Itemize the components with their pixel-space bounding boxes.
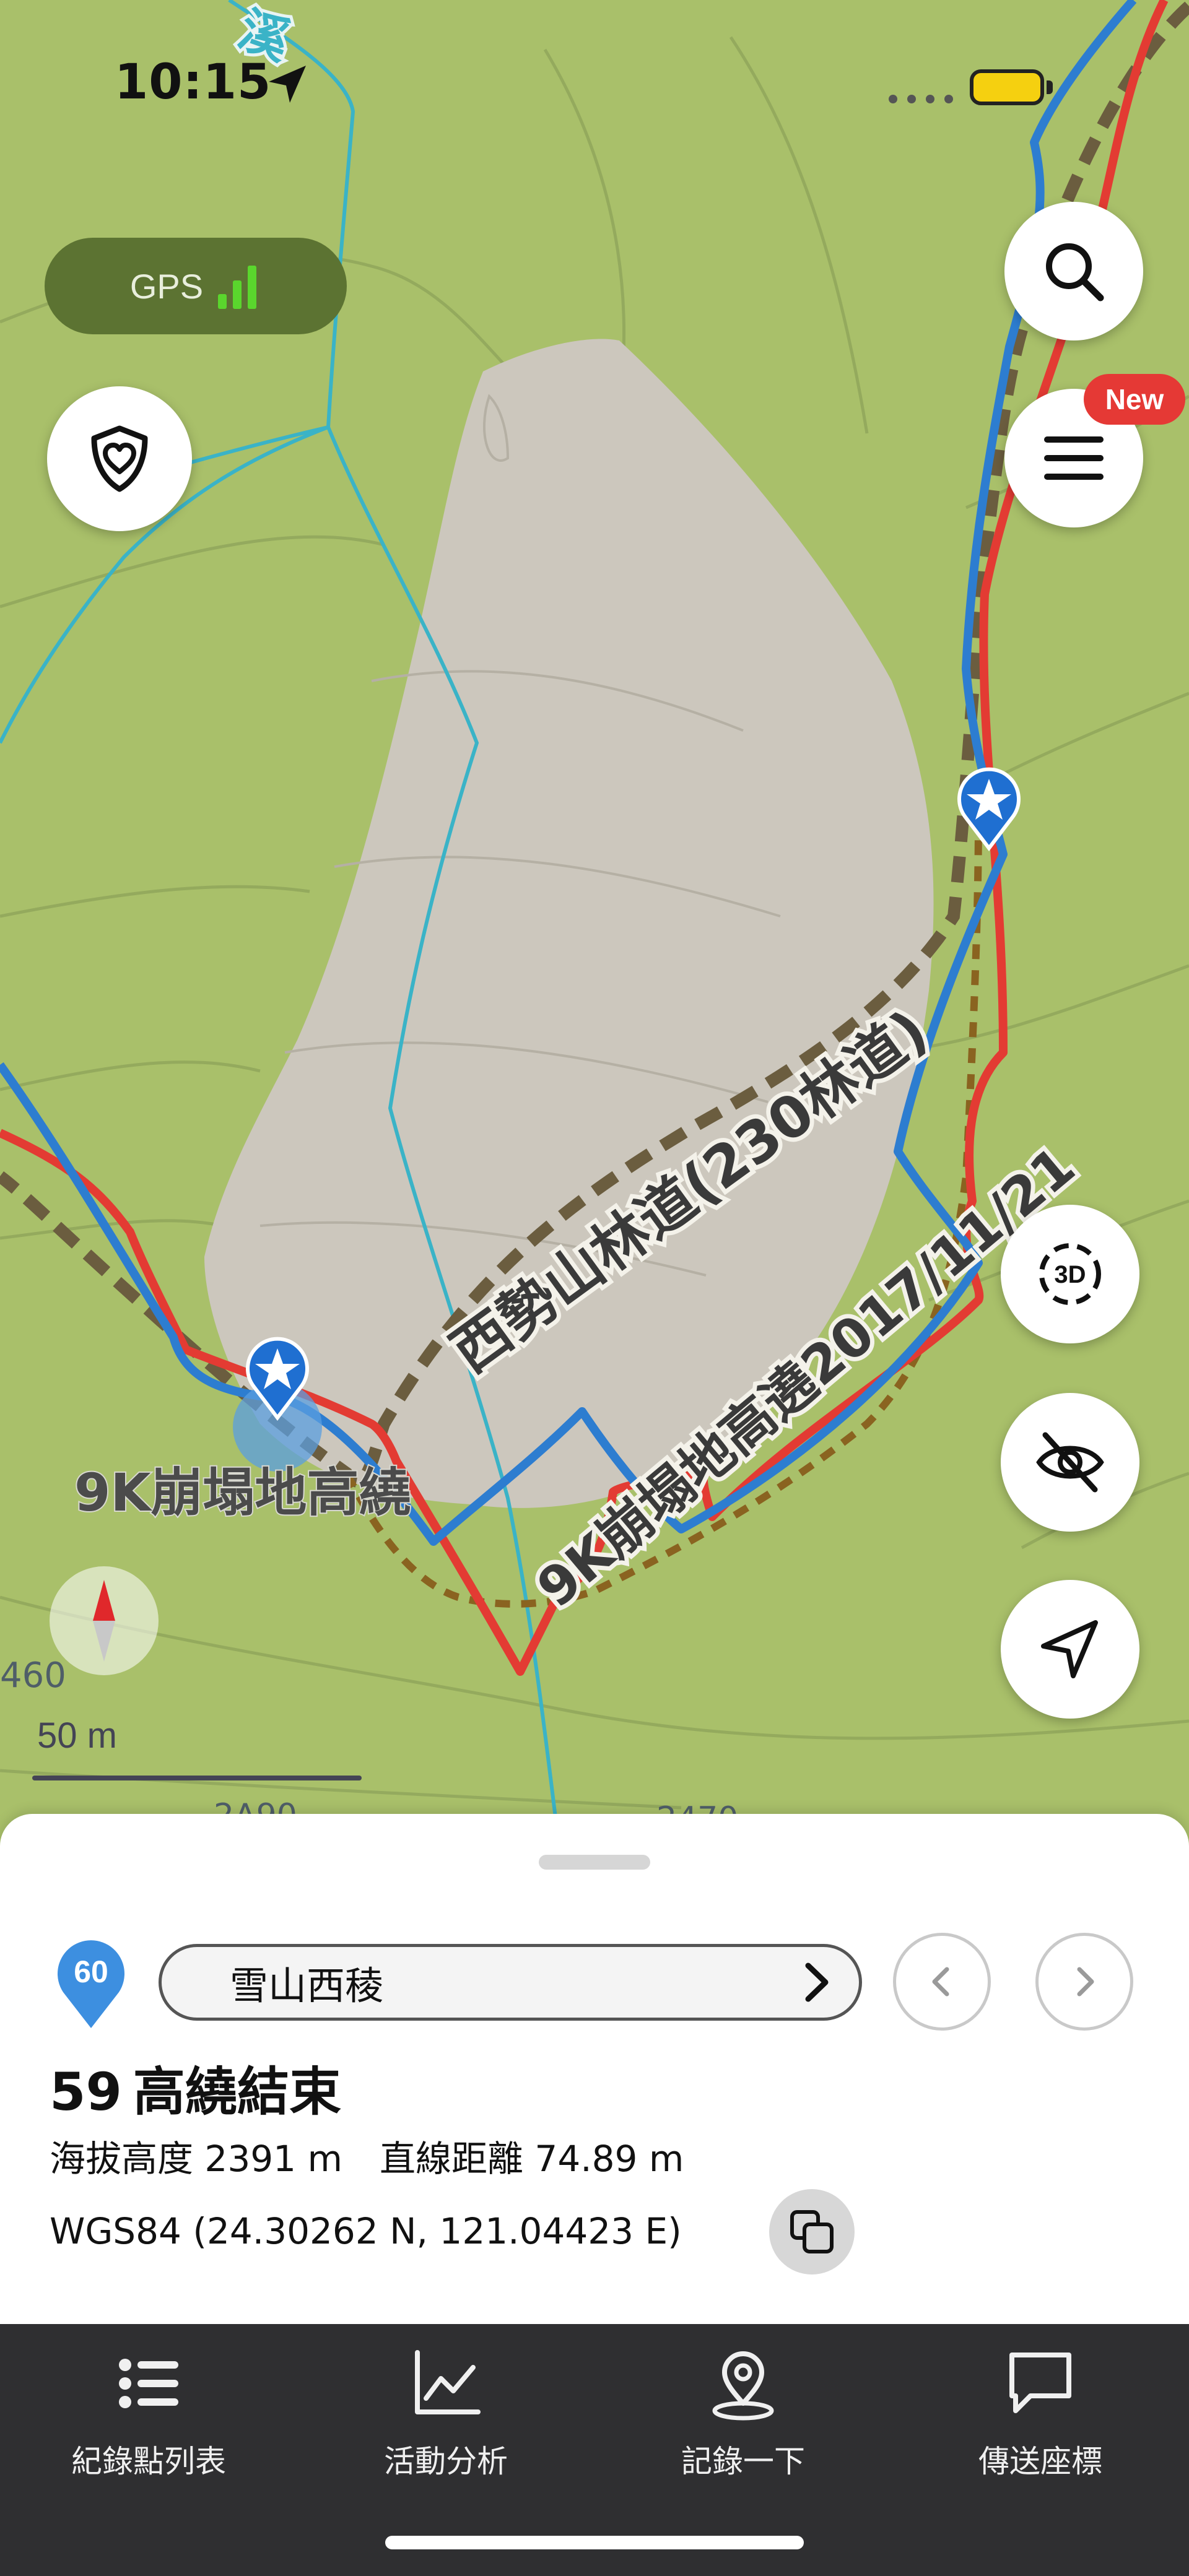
battery-tip bbox=[1047, 80, 1053, 94]
tab-label: 活動分析 bbox=[384, 2444, 508, 2479]
signal-dots-icon bbox=[889, 95, 953, 103]
route-name: 雪山西稜 bbox=[230, 1963, 384, 2008]
contour-label-460: 460 bbox=[0, 1655, 66, 1696]
waypoint-badge-pin: 60 bbox=[58, 1940, 124, 2028]
tab-activity-analysis[interactable]: 活動分析 bbox=[297, 2346, 594, 2495]
waypoint-coordinates: WGS84 (24.30262 N, 121.04423 E) bbox=[50, 2210, 682, 2252]
waypoint-elevation: 海拔高度 2391 m bbox=[50, 2138, 342, 2180]
locate-me-button[interactable] bbox=[1001, 1580, 1139, 1719]
home-indicator[interactable] bbox=[385, 2536, 804, 2549]
3d-view-icon: 3D bbox=[1039, 1243, 1101, 1305]
waypoint-sheet: 60 雪山西稜 59 高繞結束 海拔高度 2391 m 直線距離 74.89 m W… bbox=[0, 1814, 1189, 2324]
gps-signal-bars-icon bbox=[218, 266, 257, 309]
chevron-left-icon bbox=[932, 1967, 949, 1997]
tab-record[interactable]: 記錄一下 bbox=[594, 2346, 892, 2495]
copy-coordinates-button[interactable] bbox=[769, 2189, 855, 2275]
chevron-right-icon bbox=[805, 1962, 829, 2002]
hide-tracks-button[interactable] bbox=[1001, 1393, 1139, 1532]
tab-label: 記錄一下 bbox=[681, 2444, 805, 2479]
map-label-collapse-area: 9K崩塌地高繞 bbox=[74, 1462, 411, 1523]
menu-icon bbox=[1044, 436, 1104, 480]
route-selector[interactable]: 雪山西稜 bbox=[159, 1944, 862, 2021]
waypoint-meta: 海拔高度 2391 m 直線距離 74.89 m bbox=[50, 2130, 721, 2182]
chat-icon bbox=[1009, 2353, 1071, 2413]
scale-label: 50 m bbox=[37, 1715, 117, 1756]
waypoint-badge-number: 60 bbox=[74, 1954, 108, 1989]
scale-bar bbox=[32, 1776, 362, 1780]
chart-icon bbox=[415, 2350, 481, 2414]
status-time: 10:15 bbox=[115, 54, 272, 110]
sheet-grabber[interactable] bbox=[539, 1855, 650, 1870]
compass-button[interactable] bbox=[50, 1566, 159, 1675]
next-waypoint-button[interactable] bbox=[1035, 1933, 1133, 2031]
gps-status-pill[interactable]: GPS bbox=[45, 238, 347, 334]
gps-label: GPS bbox=[129, 266, 204, 306]
copy-icon bbox=[790, 2210, 834, 2253]
compass-icon bbox=[93, 1580, 115, 1662]
new-badge: New bbox=[1084, 374, 1185, 425]
waypoint-title: 59 高繞結束 bbox=[50, 2050, 341, 2125]
search-button[interactable] bbox=[1004, 202, 1143, 340]
bottom-tab-bar: 紀錄點列表 活動分析 記錄一下 傳送座標 bbox=[0, 2324, 1189, 2576]
locate-icon bbox=[1041, 1620, 1098, 1678]
chevron-right-icon bbox=[1077, 1967, 1094, 1997]
battery-icon bbox=[970, 69, 1044, 105]
tab-waypoint-list[interactable]: 紀錄點列表 bbox=[0, 2346, 297, 2495]
tab-send-coordinates[interactable]: 傳送座標 bbox=[892, 2346, 1189, 2495]
waypoint-distance: 直線距離 74.89 m bbox=[379, 2138, 684, 2180]
tab-label: 傳送座標 bbox=[978, 2444, 1102, 2479]
tab-label: 紀錄點列表 bbox=[71, 2444, 226, 2479]
3d-label: 3D bbox=[1054, 1261, 1086, 1288]
previous-waypoint-button[interactable] bbox=[893, 1933, 991, 2031]
waypoint-name: 高繞結束 bbox=[133, 2062, 341, 2122]
waypoint-number: 59 bbox=[50, 2062, 122, 2122]
list-icon bbox=[119, 2359, 178, 2408]
safety-button[interactable] bbox=[47, 386, 192, 531]
shield-heart-icon bbox=[91, 425, 148, 492]
search-icon bbox=[1046, 243, 1104, 301]
location-arrow-icon bbox=[269, 66, 306, 103]
hide-icon bbox=[1036, 1432, 1104, 1493]
location-pin-icon bbox=[712, 2351, 774, 2421]
3d-view-button[interactable]: 3D bbox=[1001, 1205, 1139, 1343]
